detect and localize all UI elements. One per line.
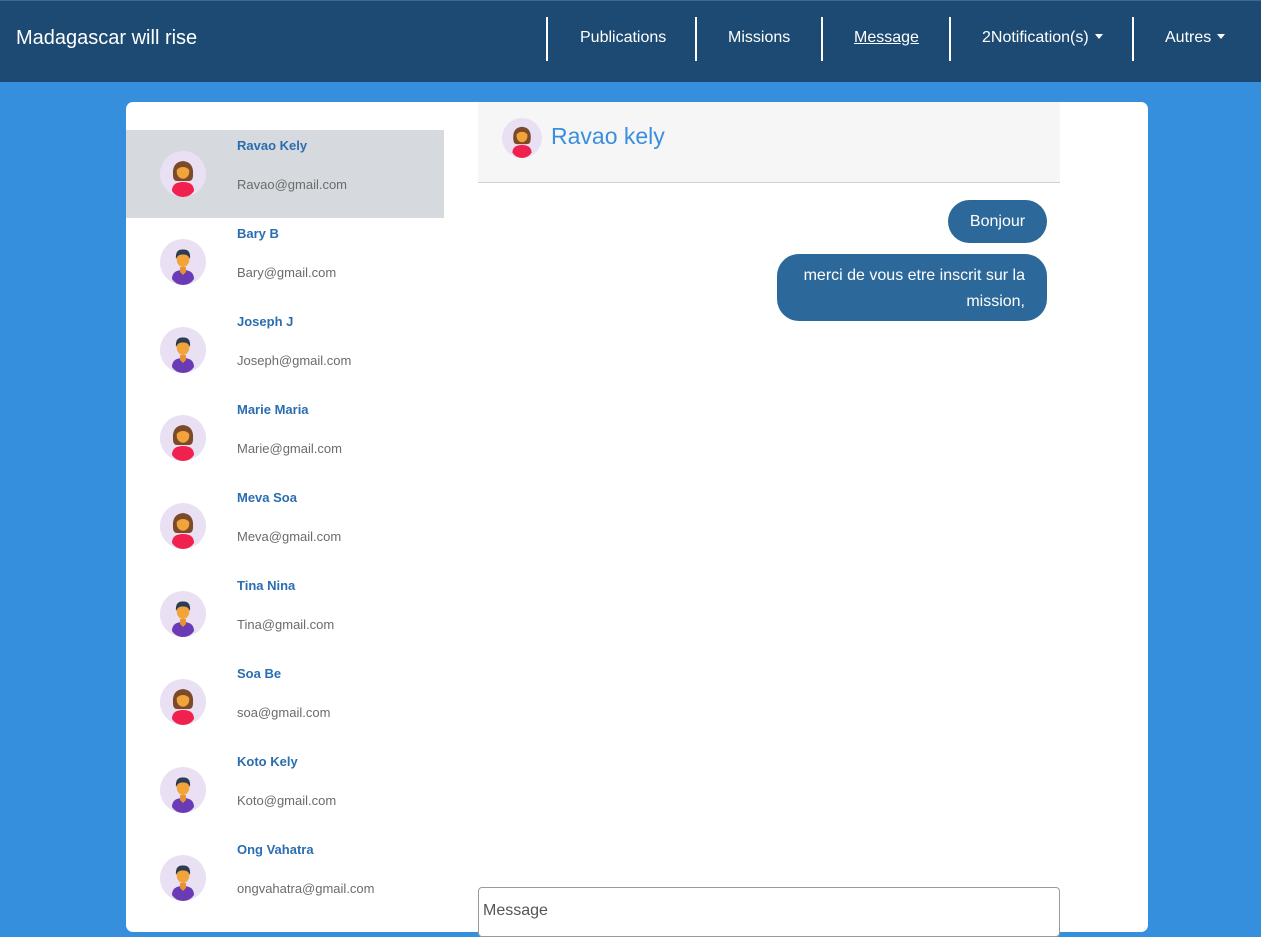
nav-divider [949,17,951,61]
contact-item[interactable]: Tina Nina Tina@gmail.com [126,570,444,658]
male-avatar-icon [160,327,206,373]
nav-divider [821,17,823,61]
contact-name: Meva Soa [237,490,297,505]
messaging-card: Ravao Kely Ravao@gmail.com Bary B Bary@gmai… [126,102,1148,937]
contact-item[interactable]: Bary B Bary@gmail.com [126,218,444,306]
female-avatar-icon [502,118,542,158]
app-brand[interactable]: Madagascar will rise [16,27,197,50]
contact-item[interactable]: Joseph J Joseph@gmail.com [126,306,444,394]
nav-autres-dropdown[interactable]: Autres [1165,29,1226,47]
female-avatar-icon [160,503,206,549]
nav-publications-link[interactable]: Publications [580,29,666,47]
nav-divider [1132,17,1134,61]
female-avatar-icon [160,679,206,725]
contact-item[interactable]: Ong Vahatra ongvahatra@gmail.com [126,834,444,922]
nav-message-link[interactable]: Message [854,29,919,47]
contact-email: Bary@gmail.com [237,265,337,280]
notifications-label: 2Notification(s) [982,29,1089,46]
top-navbar: Madagascar will rise Publications Missio… [0,0,1261,82]
autres-label: Autres [1165,29,1212,46]
male-avatar-icon [160,767,206,813]
contact-email: Koto@gmail.com [237,793,337,808]
nav-notifications-dropdown[interactable]: 2Notification(s) [982,29,1103,47]
male-avatar-icon [160,591,206,637]
contact-email: Marie@gmail.com [237,441,342,456]
chat-header: Ravao kely [478,102,1060,183]
contact-email: soa@gmail.com [237,705,331,720]
message-input[interactable] [478,887,1060,937]
male-avatar-icon [160,855,206,901]
nav-missions-link[interactable]: Missions [728,29,790,47]
contact-name: Joseph J [237,314,294,329]
contact-email: Ravao@gmail.com [237,177,348,192]
contact-name: Tina Nina [237,578,296,593]
nav-divider [695,17,697,61]
contact-email: Meva@gmail.com [237,529,342,544]
contact-item[interactable]: Koto Kely Koto@gmail.com [126,746,444,834]
contact-item[interactable]: Meva Soa Meva@gmail.com [126,482,444,570]
contact-email: Joseph@gmail.com [237,353,352,368]
caret-down-icon [1217,34,1226,39]
female-avatar-icon [160,151,206,197]
contact-item[interactable]: Soa Be soa@gmail.com [126,658,444,746]
contact-name: Koto Kely [237,754,298,769]
contact-item[interactable]: Marie Maria Marie@gmail.com [126,394,444,482]
female-avatar-icon [160,415,206,461]
nav-divider [546,17,548,61]
contact-name: Ong Vahatra [237,842,314,857]
caret-down-icon [1094,34,1103,39]
contact-name: Bary B [237,226,279,241]
contact-email: Tina@gmail.com [237,617,335,632]
contact-name: Soa Be [237,666,282,681]
contact-item[interactable]: Ravao Kely Ravao@gmail.com [126,130,444,218]
message-bubble: merci de vous etre inscrit sur la missio… [777,254,1047,321]
male-avatar-icon [160,239,206,285]
contact-email: ongvahatra@gmail.com [237,881,375,896]
chat-recipient-name: Ravao kely [551,123,665,149]
contact-name: Marie Maria [237,402,309,417]
contact-name: Ravao Kely [237,138,308,153]
message-bubble: Bonjour [948,200,1047,243]
